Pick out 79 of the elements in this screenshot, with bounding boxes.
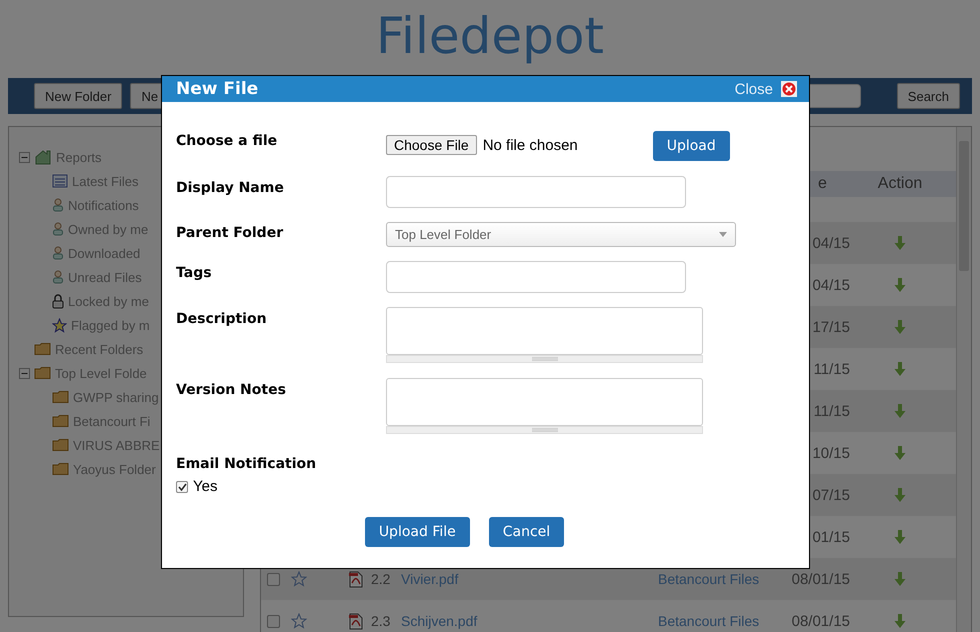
caret-icon — [719, 232, 727, 237]
pdf-file-icon — [349, 570, 363, 588]
close-icon[interactable] — [781, 81, 797, 97]
file-link[interactable]: Schijven.pdf — [401, 613, 658, 629]
page-title: Filedepot — [374, 6, 606, 67]
search-button[interactable]: Search — [896, 83, 960, 109]
date-cell: 11/15 — [814, 360, 850, 378]
collapse-icon[interactable] — [19, 368, 30, 378]
date-cell: 07/15 — [812, 486, 850, 504]
star-icon[interactable] — [291, 613, 307, 629]
house-icon — [34, 149, 52, 165]
folder-icon — [52, 438, 69, 452]
lock-icon — [52, 294, 64, 308]
list-icon — [52, 174, 68, 188]
cancel-button[interactable]: Cancel — [488, 517, 564, 547]
text-area[interactable] — [386, 378, 703, 426]
dialog-title: New File — [176, 79, 260, 99]
column-header: Action — [878, 175, 922, 193]
version-number: 2.2 — [371, 571, 392, 587]
text-area[interactable] — [386, 307, 703, 355]
download-icon[interactable] — [894, 613, 906, 629]
field-label: Version Notes — [176, 381, 287, 400]
folder-link[interactable]: Betancourt Files — [658, 571, 788, 587]
date-cell: 01/15 — [812, 528, 850, 546]
folder-icon — [52, 414, 69, 428]
user-icon — [52, 198, 64, 212]
download-icon[interactable] — [894, 235, 906, 251]
date-cell: 08/01/15 — [792, 570, 850, 588]
row-checkbox[interactable] — [267, 572, 280, 586]
text-field[interactable] — [386, 176, 686, 208]
file-link[interactable]: Vivier.pdf — [401, 571, 658, 587]
folder-icon — [52, 462, 69, 476]
star-icon[interactable] — [291, 571, 307, 587]
field-label: Choose a file — [176, 132, 278, 151]
date-cell: 17/15 — [812, 318, 850, 336]
download-icon[interactable] — [894, 487, 906, 503]
date-cell: 08/01/15 — [792, 612, 850, 630]
folder-icon — [34, 366, 51, 380]
download-icon[interactable] — [894, 403, 906, 419]
pdf-file-icon — [349, 612, 363, 630]
field-label: Description — [176, 310, 268, 329]
version-number: 2.3 — [371, 613, 392, 629]
date-cell: 04/15 — [812, 234, 850, 252]
user-icon — [52, 270, 64, 284]
download-icon[interactable] — [894, 445, 906, 461]
user-icon — [52, 246, 64, 260]
upload-file-button[interactable]: Upload File — [364, 517, 470, 547]
collapse-icon[interactable] — [19, 152, 30, 162]
download-icon[interactable] — [894, 529, 906, 545]
upload-button[interactable]: Upload — [652, 131, 730, 161]
field-label: Email Notification — [176, 456, 316, 472]
choose-file-button[interactable]: Choose File — [386, 135, 477, 155]
column-header: e — [817, 175, 828, 193]
user-icon — [52, 222, 64, 236]
date-cell: 10/15 — [812, 444, 850, 462]
folder-icon — [34, 342, 51, 356]
field-label: Parent Folder — [176, 224, 284, 243]
checkbox-label: Yes — [193, 478, 218, 495]
download-icon[interactable] — [894, 361, 906, 377]
folder-icon — [52, 390, 69, 404]
close-link[interactable]: Close — [734, 80, 773, 98]
file-status: No file chosen — [482, 137, 579, 154]
field-label: Tags — [176, 264, 213, 283]
scrollbar[interactable] — [956, 127, 971, 632]
checkbox[interactable] — [176, 480, 188, 492]
resize-handle[interactable] — [386, 355, 703, 363]
date-cell: 11/15 — [814, 402, 850, 420]
download-icon[interactable] — [894, 571, 906, 587]
download-icon[interactable] — [894, 319, 906, 335]
star-icon — [52, 318, 67, 332]
download-icon[interactable] — [894, 277, 906, 293]
folder-dropdown[interactable]: Top Level Folder — [386, 222, 736, 247]
field-label: Display Name — [176, 179, 285, 198]
row-checkbox[interactable] — [267, 614, 280, 628]
resize-handle[interactable] — [386, 426, 703, 434]
text-field[interactable] — [386, 261, 686, 293]
toolbar-button[interactable]: New Folder — [34, 83, 122, 109]
folder-link[interactable]: Betancourt Files — [658, 613, 788, 629]
date-cell: 04/15 — [812, 276, 850, 294]
